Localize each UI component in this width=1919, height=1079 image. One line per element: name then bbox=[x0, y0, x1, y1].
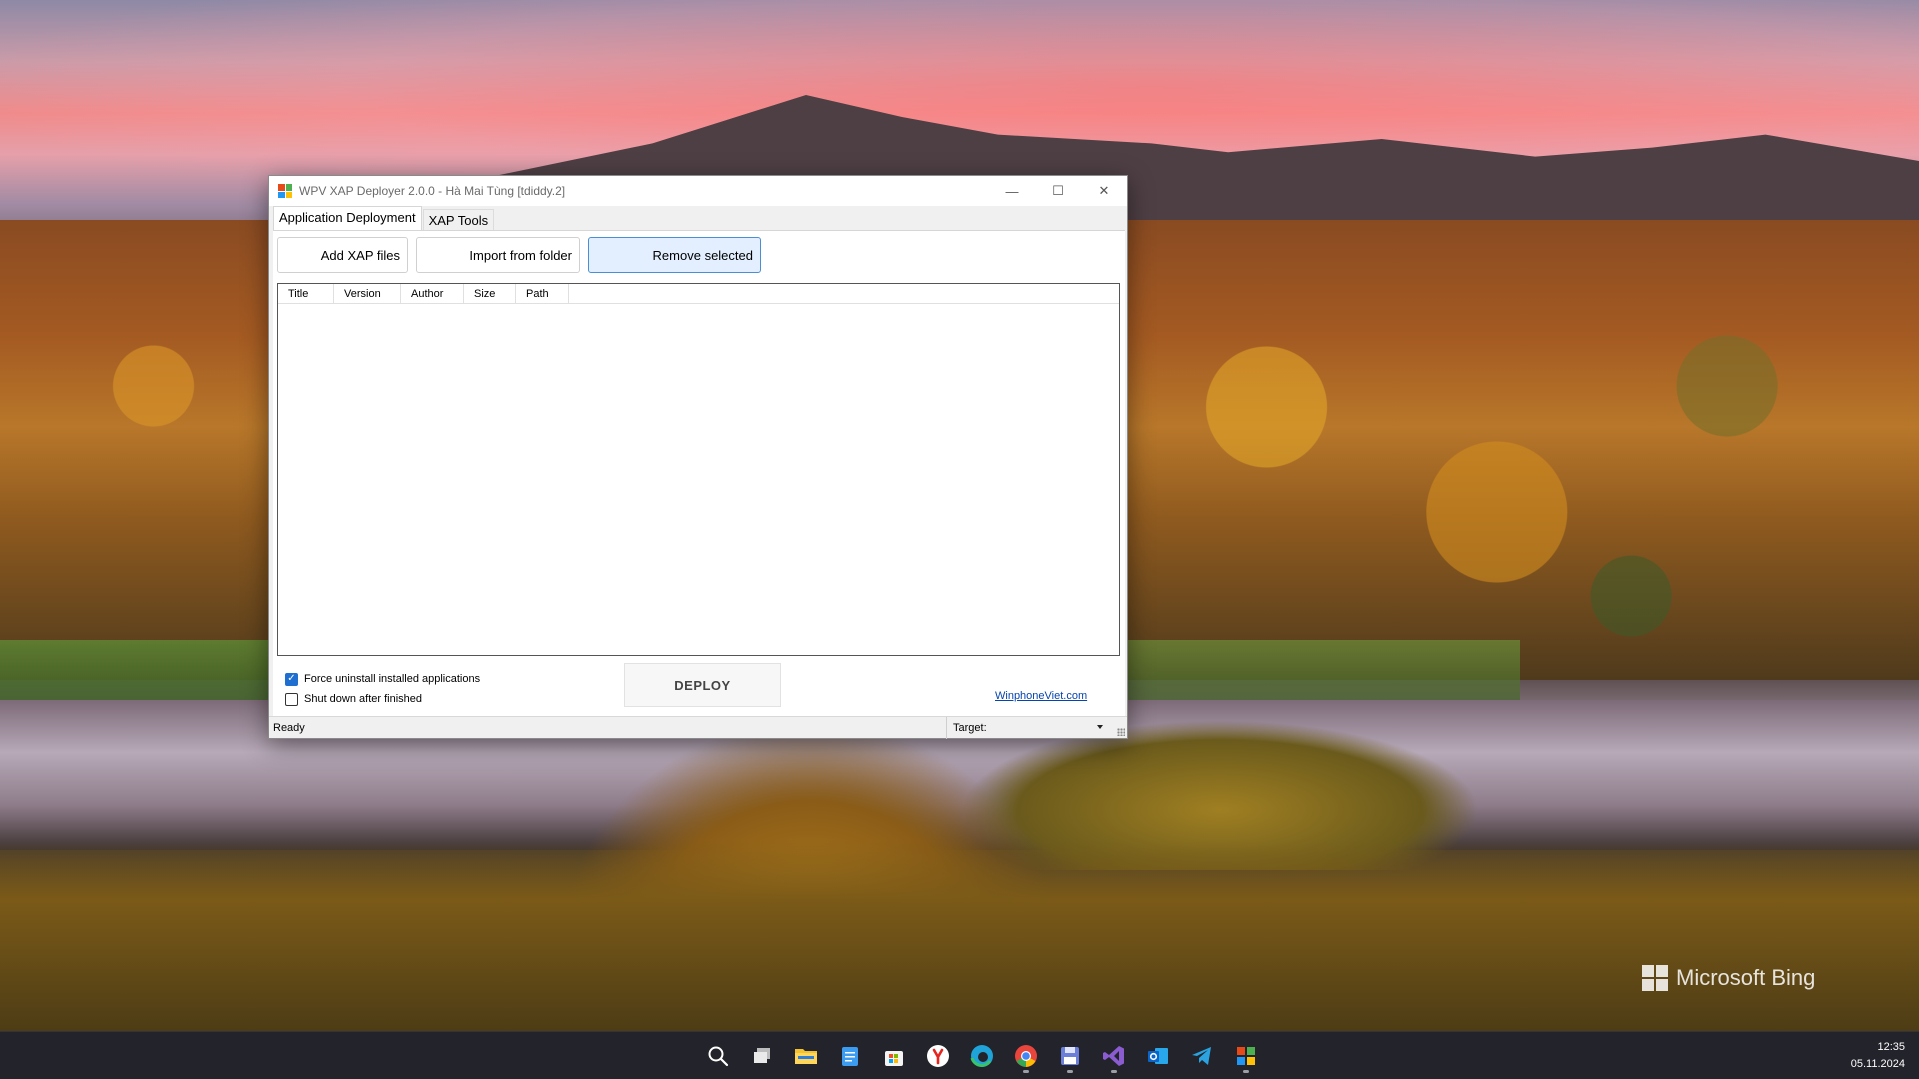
bing-watermark: Microsoft Bing bbox=[1642, 965, 1815, 991]
tab-application-deployment[interactable]: Application Deployment bbox=[273, 206, 422, 230]
column-header-version[interactable]: Version bbox=[334, 284, 401, 304]
wallpaper-foreground bbox=[0, 840, 1919, 1031]
resize-grip-icon[interactable] bbox=[1117, 728, 1125, 736]
edge-icon bbox=[970, 1045, 993, 1067]
close-button[interactable]: ✕ bbox=[1081, 176, 1127, 206]
column-header-size[interactable]: Size bbox=[464, 284, 516, 304]
bing-logo-icon bbox=[1642, 965, 1668, 991]
start-button[interactable] bbox=[656, 1038, 692, 1074]
outlook-icon bbox=[1148, 1048, 1168, 1064]
chrome-button[interactable] bbox=[1008, 1038, 1044, 1074]
wallpaper-meadow-left bbox=[0, 640, 280, 700]
column-header-author[interactable]: Author bbox=[401, 284, 464, 304]
tab-strip: Application Deployment XAP Tools bbox=[269, 206, 1127, 230]
chrome-icon bbox=[1015, 1045, 1037, 1067]
force-uninstall-label: Force uninstall installed applications bbox=[304, 673, 481, 685]
microsoft-store-icon bbox=[885, 1051, 903, 1066]
window-controls: — ☐ ✕ bbox=[989, 176, 1127, 206]
wallpaper-meadow-right bbox=[1120, 640, 1520, 700]
deployment-panel: Add XAP files Import from folder Remove … bbox=[273, 230, 1125, 718]
running-indicator bbox=[1243, 1070, 1249, 1073]
running-indicator bbox=[1067, 1070, 1073, 1073]
winphoneviet-link[interactable]: WinphoneViet.com bbox=[995, 690, 1087, 702]
notepad-button[interactable] bbox=[832, 1038, 868, 1074]
microsoft-store-button[interactable] bbox=[876, 1038, 912, 1074]
chevron-down-icon[interactable] bbox=[1097, 725, 1103, 729]
running-indicator bbox=[1023, 1070, 1029, 1073]
search-icon bbox=[708, 1046, 729, 1067]
xap-list[interactable]: Title Version Author Size Path bbox=[277, 283, 1120, 656]
column-header-path[interactable]: Path bbox=[516, 284, 569, 304]
maximize-button[interactable]: ☐ bbox=[1035, 176, 1081, 206]
windows-logo-icon bbox=[663, 1045, 685, 1067]
force-uninstall-option[interactable]: ✓ Force uninstall installed applications bbox=[285, 669, 480, 689]
import-from-folder-button[interactable]: Import from folder bbox=[416, 237, 580, 273]
system-clock[interactable]: 12:35 05.11.2024 bbox=[1851, 1039, 1905, 1073]
shutdown-label: Shut down after finished bbox=[304, 693, 423, 705]
app-icon bbox=[278, 184, 292, 198]
xap-deployer-button[interactable] bbox=[1228, 1038, 1264, 1074]
status-text: Ready bbox=[273, 722, 305, 734]
taskbar: 12:35 05.11.2024 bbox=[0, 1031, 1919, 1079]
remove-selected-button[interactable]: Remove selected bbox=[588, 237, 761, 273]
status-bar: Ready Target: bbox=[269, 716, 1127, 739]
file-explorer-button[interactable] bbox=[788, 1038, 824, 1074]
visual-studio-icon bbox=[1103, 1046, 1124, 1066]
telegram-icon bbox=[1192, 1047, 1211, 1065]
taskbar-icons bbox=[656, 1032, 1264, 1079]
notepad-icon bbox=[842, 1047, 858, 1066]
minimize-button[interactable]: — bbox=[989, 176, 1035, 206]
app-window: WPV XAP Deployer 2.0.0 - Hà Mai Tùng [td… bbox=[268, 175, 1128, 739]
outlook-button[interactable] bbox=[1140, 1038, 1176, 1074]
yandex-browser-button[interactable] bbox=[920, 1038, 956, 1074]
telegram-button[interactable] bbox=[1184, 1038, 1220, 1074]
window-title: WPV XAP Deployer 2.0.0 - Hà Mai Tùng [td… bbox=[299, 184, 566, 198]
edge-button[interactable] bbox=[964, 1038, 1000, 1074]
target-label: Target: bbox=[953, 722, 987, 734]
toolbar: Add XAP files Import from folder Remove … bbox=[277, 237, 761, 273]
column-header-title[interactable]: Title bbox=[278, 284, 334, 304]
running-indicator bbox=[1111, 1070, 1117, 1073]
shutdown-checkbox[interactable] bbox=[285, 692, 298, 706]
save-disk-button[interactable] bbox=[1052, 1038, 1088, 1074]
visual-studio-button[interactable] bbox=[1096, 1038, 1132, 1074]
target-selector[interactable]: Target: bbox=[946, 717, 1111, 739]
title-bar[interactable]: WPV XAP Deployer 2.0.0 - Hà Mai Tùng [td… bbox=[269, 176, 1127, 206]
file-explorer-icon bbox=[795, 1049, 817, 1064]
clock-time: 12:35 bbox=[1877, 1041, 1905, 1053]
clock-date: 05.11.2024 bbox=[1850, 1058, 1905, 1070]
deploy-options: ✓ Force uninstall installed applications… bbox=[285, 669, 480, 709]
deploy-button[interactable]: DEPLOY bbox=[624, 663, 781, 707]
list-header: Title Version Author Size Path bbox=[278, 284, 1119, 304]
task-view-button[interactable] bbox=[744, 1038, 780, 1074]
tab-xap-tools[interactable]: XAP Tools bbox=[422, 209, 495, 230]
xap-deployer-icon bbox=[1237, 1047, 1255, 1065]
search-button[interactable] bbox=[700, 1038, 736, 1074]
save-disk-icon bbox=[1061, 1047, 1079, 1065]
task-view-icon bbox=[754, 1048, 770, 1063]
add-xap-files-button[interactable]: Add XAP files bbox=[277, 237, 408, 273]
shutdown-option[interactable]: Shut down after finished bbox=[285, 689, 480, 709]
force-uninstall-checkbox[interactable]: ✓ bbox=[285, 672, 298, 686]
bing-watermark-text: Microsoft Bing bbox=[1676, 965, 1816, 990]
yandex-browser-icon bbox=[927, 1045, 949, 1067]
list-body[interactable] bbox=[278, 304, 1119, 654]
